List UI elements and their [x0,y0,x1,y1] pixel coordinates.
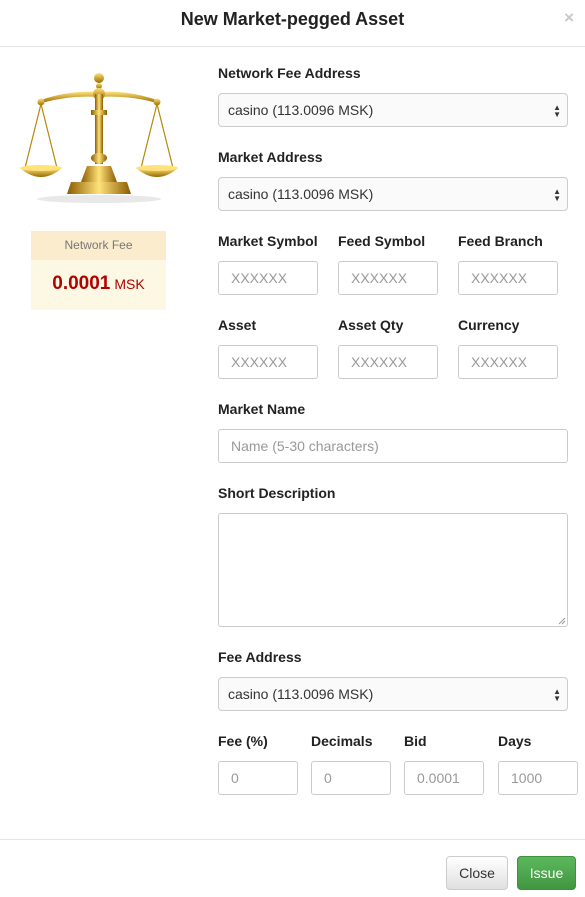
footer-divider [0,839,585,840]
feed-branch-label: Feed Branch [458,233,543,249]
short-description-textarea[interactable] [218,513,568,627]
currency-label: Currency [458,317,520,333]
updown-arrow-icon: ▲ ▼ [553,187,561,203]
currency-input[interactable]: XXXXXX [458,345,558,379]
asset-input[interactable]: XXXXXX [218,345,318,379]
feed-branch-input[interactable]: XXXXXX [458,261,558,295]
network-fee-unit: MSK [114,276,145,292]
market-name-label: Market Name [218,401,306,417]
days-label: Days [498,733,532,749]
resize-handle-icon[interactable] [558,617,566,625]
asset-label: Asset [218,317,257,333]
dialog-header: New Market-pegged Asset × [0,0,585,47]
feed-symbol-input[interactable]: XXXXXX [338,261,438,295]
market-symbol-input[interactable]: XXXXXX [218,261,318,295]
fee-percent-input[interactable]: 0 [218,761,298,795]
network-fee-address-label: Network Fee Address [218,65,361,81]
updown-arrow-icon: ▲ ▼ [553,687,561,703]
days-input[interactable]: 1000 [498,761,578,795]
network-fee-title: Network Fee [31,231,166,260]
decimals-label: Decimals [311,733,373,749]
close-icon[interactable]: × [564,8,574,28]
fee-address-value: casino (113.0096 MSK) [228,686,374,702]
balance-scale-icon [20,73,178,203]
market-name-input[interactable]: Name (5-30 characters) [218,429,568,463]
bid-label: Bid [404,733,427,749]
issue-button[interactable]: Issue [517,856,576,890]
fee-address-label: Fee Address [218,649,302,665]
market-address-value: casino (113.0096 MSK) [228,186,374,202]
market-address-label: Market Address [218,149,323,165]
updown-arrow-icon: ▲ ▼ [553,103,561,119]
asset-qty-label: Asset Qty [338,317,404,333]
network-fee-address-select[interactable]: casino (113.0096 MSK) ▲ ▼ [218,93,568,127]
market-symbol-label: Market Symbol [218,233,318,249]
network-fee-amount: 0.0001 [52,273,111,294]
fee-percent-label: Fee (%) [218,733,268,749]
feed-symbol-label: Feed Symbol [338,233,426,249]
market-address-select[interactable]: casino (113.0096 MSK) ▲ ▼ [218,177,568,211]
decimals-input[interactable]: 0 [311,761,391,795]
network-fee-value: 0.0001 MSK [31,273,166,295]
network-fee-address-value: casino (113.0096 MSK) [228,102,374,118]
short-description-label: Short Description [218,485,336,501]
network-fee-box: Network Fee 0.0001 MSK [31,231,166,310]
asset-qty-input[interactable]: XXXXXX [338,345,438,379]
close-button[interactable]: Close [446,856,508,890]
fee-address-select[interactable]: casino (113.0096 MSK) ▲ ▼ [218,677,568,711]
dialog-title: New Market-pegged Asset [180,9,405,29]
bid-input[interactable]: 0.0001 [404,761,484,795]
